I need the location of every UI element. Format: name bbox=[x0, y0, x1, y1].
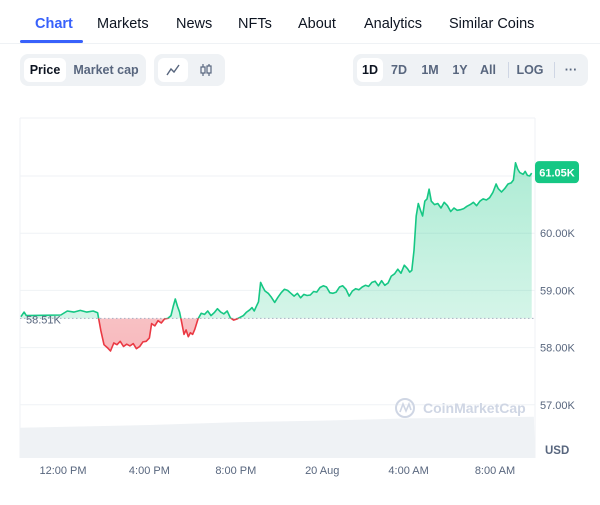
x-tick-label: 20 Aug bbox=[305, 465, 339, 477]
tab-similar-coins[interactable]: Similar Coins bbox=[449, 16, 534, 32]
y-tick-label: 57.00K bbox=[540, 400, 576, 412]
range-7d-button[interactable]: 7D bbox=[386, 58, 412, 82]
price-chart[interactable]: CoinMarketCap 57.00K 58.00K 59.00K 60.00K 12… bbox=[0, 100, 600, 500]
tab-analytics[interactable]: Analytics bbox=[364, 16, 422, 32]
tab-about[interactable]: About bbox=[298, 16, 336, 32]
x-tick-label: 8:00 PM bbox=[215, 465, 256, 477]
more-options-button[interactable]: ··· bbox=[558, 58, 584, 82]
tab-bar: Chart Markets News NFTs About Analytics … bbox=[0, 0, 600, 44]
metric-toggle: Price Market cap bbox=[20, 54, 146, 86]
range-all-button[interactable]: All bbox=[475, 58, 501, 82]
candlestick-chart-button[interactable] bbox=[191, 58, 221, 82]
watermark: CoinMarketCap bbox=[396, 399, 526, 417]
range-1d-button[interactable]: 1D bbox=[357, 58, 383, 82]
candlestick-icon bbox=[199, 63, 213, 77]
x-tick-label: 12:00 PM bbox=[39, 465, 86, 477]
tab-news[interactable]: News bbox=[176, 16, 212, 32]
line-chart-button[interactable] bbox=[158, 58, 188, 82]
line-chart-icon bbox=[166, 63, 180, 77]
y-tick-label: 58.00K bbox=[540, 343, 576, 355]
x-tick-label: 4:00 PM bbox=[129, 465, 170, 477]
tab-nfts[interactable]: NFTs bbox=[238, 16, 272, 32]
log-scale-button[interactable]: LOG bbox=[513, 58, 547, 82]
current-price-label: 61.05K bbox=[539, 168, 575, 180]
range-divider bbox=[508, 62, 509, 78]
tab-markets[interactable]: Markets bbox=[97, 16, 149, 32]
range-1m-button[interactable]: 1M bbox=[416, 58, 444, 82]
y-tick-label: 60.00K bbox=[540, 228, 576, 240]
tab-chart[interactable]: Chart bbox=[35, 16, 73, 32]
volume-area bbox=[20, 417, 535, 458]
price-button[interactable]: Price bbox=[24, 58, 66, 82]
active-tab-indicator bbox=[20, 40, 83, 43]
range-1y-button[interactable]: 1Y bbox=[447, 58, 473, 82]
price-chart-svg: CoinMarketCap 57.00K 58.00K 59.00K 60.00K 12… bbox=[0, 100, 600, 500]
x-tick-label: 4:00 AM bbox=[388, 465, 428, 477]
range-toggle: 1D 7D 1M 1Y All LOG ··· bbox=[353, 54, 588, 86]
baseline-label: 58.51K bbox=[26, 314, 62, 326]
x-tick-label: 8:00 AM bbox=[475, 465, 515, 477]
watermark-text: CoinMarketCap bbox=[423, 400, 526, 416]
y-tick-label: 59.00K bbox=[540, 285, 576, 297]
currency-label: USD bbox=[545, 445, 569, 457]
market-cap-button[interactable]: Market cap bbox=[68, 58, 144, 82]
chart-type-toggle bbox=[154, 54, 225, 86]
range-divider bbox=[554, 62, 555, 78]
